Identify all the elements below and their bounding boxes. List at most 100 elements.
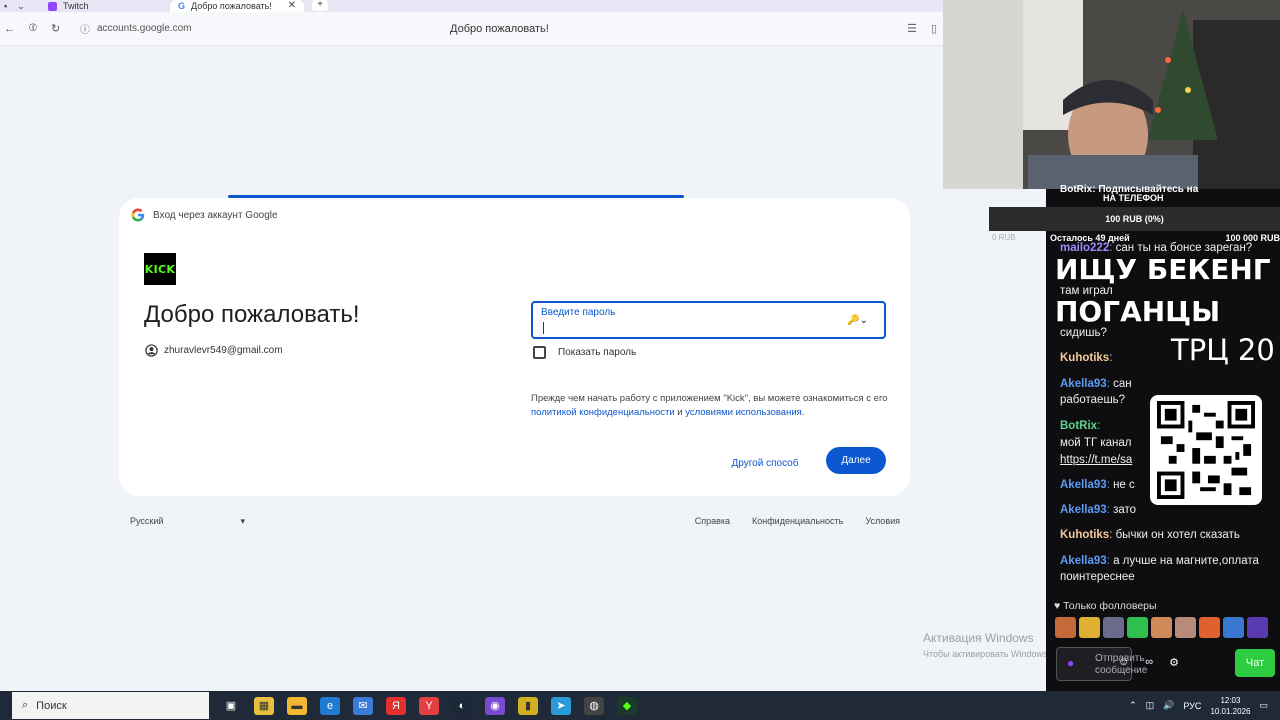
chat-text: работаешь? (1060, 394, 1126, 406)
privacy-link[interactable]: политикой конфиденциальности (531, 407, 675, 418)
site-info-icon[interactable]: ⓘ (80, 21, 90, 36)
account-email: zhuravlevr549@gmail.com (164, 345, 283, 356)
show-password-checkbox[interactable] (533, 346, 546, 359)
disclaimer-and: и (674, 407, 686, 418)
help-link[interactable]: Справка (695, 516, 730, 526)
donation-info: Осталось 49 дней 100 000 RUB (1050, 233, 1280, 243)
search-icon: ⌕ (22, 699, 29, 711)
qr-code-image (1157, 401, 1255, 499)
webcam-feed (943, 0, 1280, 189)
telegram-icon[interactable]: ➤ (551, 696, 571, 715)
settings-icon[interactable]: ⚙ (1169, 656, 1179, 669)
url-field[interactable]: ⓘ accounts.google.com (80, 21, 330, 36)
text-caret (543, 322, 544, 334)
keyboard-language[interactable]: РУС (1183, 701, 1201, 711)
chat-username[interactable]: Kuhotiks (1060, 529, 1109, 541)
donation-days: Осталось 49 дней (1050, 233, 1130, 243)
donation-current: 0 RUB (992, 233, 1016, 242)
browser-tab-bar: ▪ ⌄ Twitch G Добро пожаловать! ✕ + (0, 0, 943, 12)
clock[interactable]: 12:03 10.01.2026 (1210, 695, 1250, 717)
next-button[interactable]: Далее (826, 447, 886, 474)
close-icon[interactable]: ✕ (288, 1, 296, 11)
back-icon[interactable]: ← (4, 23, 15, 35)
yandex-icon[interactable]: Я (386, 696, 406, 715)
bookmark-icon[interactable]: ▯ (931, 22, 937, 35)
emote-icon[interactable] (1055, 617, 1076, 638)
points-icon[interactable]: ∞ (1145, 656, 1153, 669)
toolbar-right: ☰ ▯ (907, 22, 943, 35)
taskbar-search[interactable]: ⌕ Поиск (12, 692, 209, 719)
menu-icon[interactable]: ▪ (4, 1, 7, 11)
steam-icon[interactable]: ◐ (452, 696, 472, 715)
disclaimer-period: . (801, 407, 805, 418)
key-icon[interactable]: 🔑⌄ (847, 315, 868, 326)
overlay-trc-text: ТРЦ 20 (1171, 333, 1275, 367)
emote-icon[interactable] (1247, 617, 1268, 638)
disclaimer-text: Прежде чем начать работу с приложением "… (531, 393, 888, 404)
tab-google-signin[interactable]: G Добро пожаловать! ✕ (170, 0, 304, 12)
emote-icon[interactable] (1175, 617, 1196, 638)
taskbar-apps: ▣ ▦ ▬ e ✉ Я Y ◐ ◉ ▮ ➤ ◍ ◆ (221, 696, 637, 715)
file-explorer-icon[interactable]: ▬ (287, 696, 307, 715)
overlay-big-text-1: ИЩУ БЕКЕНГ (1055, 253, 1271, 286)
task-view-icon[interactable]: ▣ (221, 697, 241, 715)
chat-username[interactable]: Akella93 (1060, 378, 1107, 390)
reload-icon[interactable]: ↻ (51, 22, 60, 35)
welcome-heading: Добро пожаловать! (144, 301, 360, 328)
chat-message: Kuhotiks: бычки он хотел сказать (1060, 527, 1275, 543)
privacy-footer-link[interactable]: Конфиденциальность (752, 516, 843, 526)
chat-text: сан (1113, 378, 1132, 390)
emote-icon[interactable] (1127, 617, 1148, 638)
mail-icon[interactable]: ✉ (353, 696, 373, 715)
other-way-button[interactable]: Другой способ (721, 450, 809, 476)
widgets-icon[interactable]: ▦ (254, 696, 274, 715)
chat-username[interactable]: Akella93 (1060, 479, 1107, 491)
app-icon[interactable]: ◆ (617, 696, 637, 715)
emote-icon[interactable] (1223, 617, 1244, 638)
google-icon: G (178, 1, 186, 11)
twitch-icon (48, 1, 57, 11)
bookmarks-icon[interactable]: ☰ (907, 22, 917, 35)
heart-icon: ♥ (1054, 600, 1061, 612)
donation-goal-bar: 100 RUB (0%) (989, 207, 1280, 231)
chat-text: не с (1113, 479, 1135, 491)
donation-goal: 100 000 RUB (1225, 233, 1280, 243)
terms-footer-link[interactable]: Условия (865, 516, 900, 526)
terms-link[interactable]: условиями использования (685, 407, 802, 418)
chat-send-button[interactable]: Чат (1235, 649, 1275, 677)
emote-icon[interactable] (1199, 617, 1220, 638)
reader-icon[interactable]: ⦶ (29, 22, 37, 35)
chat-username[interactable]: Akella93 (1060, 555, 1107, 567)
emote-icon[interactable] (1151, 617, 1172, 638)
new-tab-button[interactable]: + (312, 0, 328, 11)
chat-username[interactable]: BotRix (1060, 420, 1097, 432)
clock-date: 10.01.2026 (1210, 706, 1251, 716)
chat-message: Akella93: а лучше на магните,оплата поин… (1060, 553, 1275, 585)
overlay-big-text-2: ПОГАНЦЫ (1055, 295, 1221, 328)
chat-username[interactable]: Akella93 (1060, 504, 1107, 516)
volume-icon[interactable]: 🔊 (1163, 700, 1174, 711)
yandex-browser-icon[interactable]: Y (419, 696, 439, 715)
password-input[interactable]: Введите пароль 🔑⌄ (531, 301, 886, 339)
app-icon[interactable]: ▮ (518, 696, 538, 715)
nav-buttons: ← ⦶ ↻ (0, 22, 80, 35)
show-password-toggle[interactable]: Показать пароль (533, 346, 636, 359)
network-icon[interactable]: ◫ (1146, 700, 1155, 711)
address-bar-row: ← ⦶ ↻ ⓘ accounts.google.com Добро пожало… (0, 12, 943, 46)
tab-twitch[interactable]: Twitch (40, 0, 170, 12)
tray-overflow-icon[interactable]: ⌃ (1129, 700, 1137, 711)
account-chip[interactable]: zhuravlevr549@gmail.com (145, 344, 283, 357)
mic-icon[interactable]: ● (1067, 657, 1074, 669)
chevron-down-icon[interactable]: ⌄ (17, 1, 25, 12)
app-icon[interactable]: ◉ (485, 696, 505, 715)
emote-picker-icon[interactable]: ☺ (1118, 656, 1129, 669)
notifications-icon[interactable]: ▭ (1259, 700, 1268, 711)
emote-icon[interactable] (1079, 617, 1100, 638)
signin-footer: Русский ▾ Справка Конфиденциальность Усл… (130, 514, 900, 528)
chat-link[interactable]: https://t.me/sa (1060, 454, 1132, 466)
chat-username[interactable]: Kuhotiks (1060, 352, 1109, 364)
emote-icon[interactable] (1103, 617, 1124, 638)
edge-icon[interactable]: e (320, 696, 340, 715)
obs-icon[interactable]: ◍ (584, 696, 604, 715)
language-select[interactable]: Русский ▾ (130, 516, 245, 527)
